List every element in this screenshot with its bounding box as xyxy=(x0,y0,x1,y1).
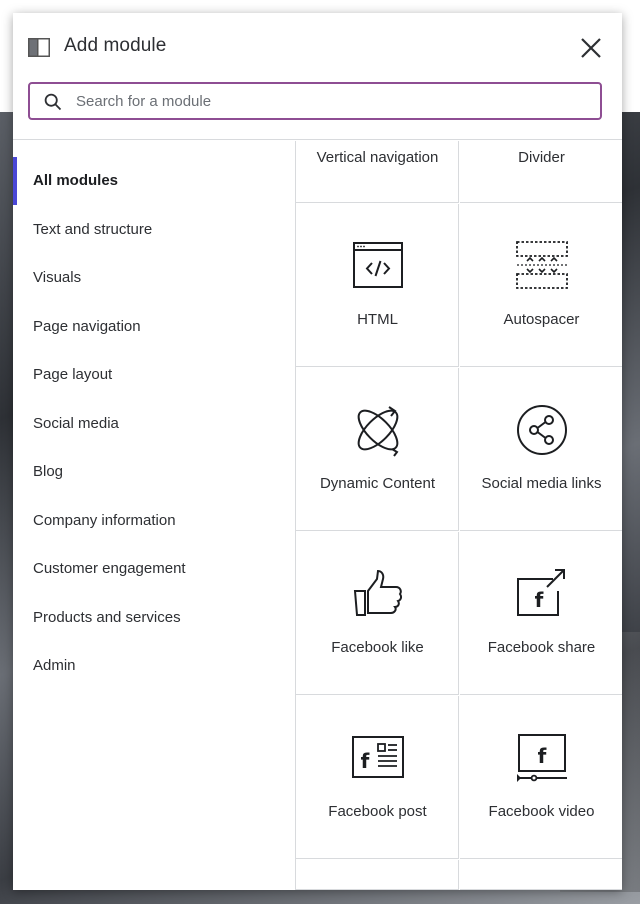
category-all-modules[interactable]: All modules xyxy=(13,161,295,201)
category-list: All modules Text and structure Visuals P… xyxy=(13,141,295,890)
module-tile-html[interactable]: HTML xyxy=(296,204,459,367)
add-module-dialog: Add module All modules Text and structur… xyxy=(13,13,622,890)
category-blog[interactable]: Blog xyxy=(13,452,295,492)
category-page-layout[interactable]: Page layout xyxy=(13,355,295,395)
module-label: Autospacer xyxy=(503,311,580,328)
module-label: Dynamic Content xyxy=(319,475,436,492)
category-admin[interactable]: Admin xyxy=(13,646,295,686)
html-code-icon xyxy=(353,242,403,288)
module-tile-autospacer[interactable]: Autospacer xyxy=(460,204,622,367)
svg-text:f: f xyxy=(538,744,547,768)
module-label: Facebook share xyxy=(487,639,596,656)
svg-text:f: f xyxy=(361,749,370,773)
module-grid: Vertical navigation Divider HTML Autospa… xyxy=(295,141,622,890)
search-box[interactable] xyxy=(28,82,602,120)
module-tile-facebook-video[interactable]: f Facebook video xyxy=(460,696,622,859)
module-label: HTML xyxy=(357,311,398,328)
module-tile-social-media-links[interactable]: Social media links xyxy=(460,368,622,531)
svg-text:f: f xyxy=(535,588,544,612)
thumbs-up-icon xyxy=(353,569,403,616)
module-label: Facebook video xyxy=(488,803,595,820)
module-tile-facebook-like[interactable]: Facebook like xyxy=(296,532,459,695)
share-icon xyxy=(517,405,567,455)
module-label: Facebook post xyxy=(328,803,427,820)
module-label: Divider xyxy=(518,149,565,166)
dialog-header: Add module xyxy=(13,13,622,140)
close-icon[interactable] xyxy=(578,35,604,61)
module-tile-facebook-share[interactable]: f Facebook share xyxy=(460,532,622,695)
facebook-share-icon: f xyxy=(517,569,565,616)
dynamic-content-icon xyxy=(357,406,399,457)
search-input[interactable] xyxy=(76,84,596,118)
category-text-and-structure[interactable]: Text and structure xyxy=(13,210,295,250)
category-company-information[interactable]: Company information xyxy=(13,501,295,541)
module-tile-divider[interactable]: Divider xyxy=(460,141,622,203)
dialog-title: Add module xyxy=(64,35,167,56)
module-tile-next[interactable] xyxy=(460,860,622,890)
module-label: Vertical navigation xyxy=(316,149,439,166)
module-label: Social media links xyxy=(481,475,602,492)
category-page-navigation[interactable]: Page navigation xyxy=(13,307,295,347)
panel-layout-icon xyxy=(28,38,50,57)
search-icon xyxy=(44,93,62,111)
facebook-video-icon: f xyxy=(517,734,567,782)
module-tile-dynamic-content[interactable]: Dynamic Content xyxy=(296,368,459,531)
module-tile-vertical-navigation[interactable]: Vertical navigation xyxy=(296,141,459,203)
module-tile-next[interactable] xyxy=(296,860,459,890)
category-social-media[interactable]: Social media xyxy=(13,404,295,444)
facebook-post-icon: f xyxy=(352,736,404,778)
module-label: Facebook like xyxy=(331,639,424,656)
autospacer-icon xyxy=(516,241,568,289)
category-visuals[interactable]: Visuals xyxy=(13,258,295,298)
category-products-and-services[interactable]: Products and services xyxy=(13,598,295,638)
category-customer-engagement[interactable]: Customer engagement xyxy=(13,549,295,589)
module-tile-facebook-post[interactable]: f Facebook post xyxy=(296,696,459,859)
